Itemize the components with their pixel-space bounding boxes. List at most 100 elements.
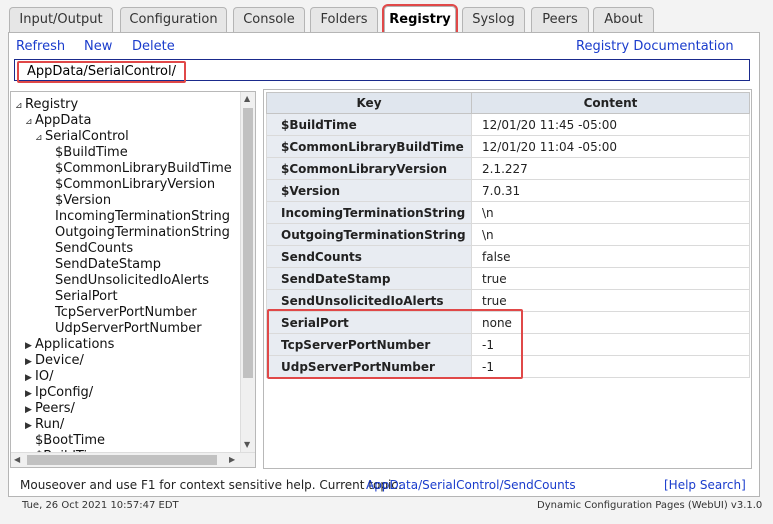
table-row[interactable]: $Version 7.0.31 <box>266 179 750 202</box>
row-value[interactable]: 12/01/20 11:04 -05:00 <box>471 135 750 158</box>
row-value[interactable]: \n <box>471 223 750 246</box>
tree-node[interactable]: SerialPort <box>45 289 118 305</box>
row-key[interactable]: SendUnsolicitedIoAlerts <box>266 289 472 312</box>
tree-node-label: IO/ <box>35 369 54 384</box>
row-key[interactable]: $CommonLibraryBuildTime <box>266 135 472 158</box>
tree-horizontal-scroll-thumb[interactable] <box>27 455 217 465</box>
row-value[interactable]: -1 <box>471 333 750 356</box>
tree-node-label: Peers/ <box>35 401 75 416</box>
table-row[interactable]: TcpServerPortNumber -1 <box>266 333 750 356</box>
tree-node[interactable]: $BootTime <box>25 433 105 449</box>
expand-arrow-icon[interactable]: ▶ <box>25 386 35 402</box>
tree-node[interactable]: ⊿ SerialControl <box>35 129 129 146</box>
table-header-row: Key Content <box>266 92 750 114</box>
tab-registry[interactable]: Registry <box>382 4 458 35</box>
table-row[interactable]: $CommonLibraryVersion 2.1.227 <box>266 157 750 180</box>
tree-node[interactable]: TcpServerPortNumber <box>45 305 197 321</box>
refresh-link[interactable]: Refresh <box>16 39 65 54</box>
row-value[interactable]: 7.0.31 <box>471 179 750 202</box>
table-row[interactable]: OutgoingTerminationString \n <box>266 223 750 246</box>
tree-vertical-scroll-thumb[interactable] <box>243 108 253 378</box>
scroll-down-icon[interactable]: ▼ <box>244 440 250 450</box>
registry-documentation-link[interactable]: Registry Documentation <box>576 39 734 54</box>
table-row[interactable]: SendUnsolicitedIoAlerts true <box>266 289 750 312</box>
table-row[interactable]: $BuildTime 12/01/20 11:45 -05:00 <box>266 113 750 136</box>
tree-node[interactable]: UdpServerPortNumber <box>45 321 202 337</box>
table-row[interactable]: SerialPort none <box>266 311 750 334</box>
scroll-left-icon[interactable]: ◀ <box>14 455 20 465</box>
row-value[interactable]: -1 <box>471 355 750 378</box>
table-row[interactable]: SendDateStamp true <box>266 267 750 290</box>
row-key[interactable]: SendDateStamp <box>266 267 472 290</box>
tree-node-label: SerialPort <box>55 289 118 304</box>
scroll-right-icon[interactable]: ▶ <box>229 455 235 465</box>
table-row[interactable]: $CommonLibraryBuildTime 12/01/20 11:04 -0… <box>266 135 750 158</box>
row-key[interactable]: SerialPort <box>266 311 472 334</box>
tree-node[interactable]: ▶ Applications <box>25 337 114 354</box>
tree-node-label: SendDateStamp <box>55 257 162 272</box>
scroll-up-icon[interactable]: ▲ <box>244 94 250 104</box>
expand-arrow-icon[interactable]: ▶ <box>25 354 35 370</box>
tree-node[interactable]: ⊿ Registry <box>15 97 78 114</box>
row-key[interactable]: TcpServerPortNumber <box>266 333 472 356</box>
row-key[interactable]: $CommonLibraryVersion <box>266 157 472 180</box>
tree-node[interactable]: $BuildTime <box>45 145 128 161</box>
delete-link[interactable]: Delete <box>132 39 175 54</box>
expand-arrow-icon[interactable]: ▶ <box>25 418 35 434</box>
tab-about[interactable]: About <box>593 7 654 32</box>
row-value[interactable]: false <box>471 245 750 268</box>
tab-input-output[interactable]: Input/Output <box>9 7 113 32</box>
table-row[interactable]: SendCounts false <box>266 245 750 268</box>
row-key[interactable]: $Version <box>266 179 472 202</box>
row-value[interactable]: true <box>471 289 750 312</box>
expand-arrow-icon[interactable]: ▶ <box>25 338 35 354</box>
tab-configuration[interactable]: Configuration <box>120 7 227 32</box>
tree-node[interactable]: $Version <box>45 193 111 209</box>
expand-arrow-icon[interactable]: ▶ <box>25 402 35 418</box>
path-field[interactable]: AppData/SerialControl/ <box>14 59 750 83</box>
tab-peers[interactable]: Peers <box>531 7 589 32</box>
tree-node[interactable]: ▶ Peers/ <box>25 401 75 418</box>
tree-node[interactable]: ▶ Run/ <box>25 417 64 434</box>
new-link[interactable]: New <box>84 39 112 54</box>
tree-node[interactable]: $CommonLibraryVersion <box>45 177 215 193</box>
row-value[interactable]: \n <box>471 201 750 224</box>
tree-node-label: IncomingTerminationString <box>55 209 230 224</box>
help-topic-link[interactable]: AppData/SerialControl/SendCounts <box>366 473 576 497</box>
tree-node[interactable]: ▶ IpConfig/ <box>25 385 93 402</box>
collapse-arrow-icon[interactable]: ⊿ <box>15 98 25 114</box>
tree-node-label: $BootTime <box>35 433 106 448</box>
tree-node[interactable]: SendDateStamp <box>45 257 161 273</box>
row-value[interactable]: 2.1.227 <box>471 157 750 180</box>
row-key[interactable]: UdpServerPortNumber <box>266 355 472 378</box>
registry-panel: Refresh New Delete Registry Documentatio… <box>8 32 760 497</box>
tab-console[interactable]: Console <box>233 7 305 32</box>
expand-arrow-icon[interactable]: ▶ <box>25 370 35 386</box>
collapse-arrow-icon[interactable]: ⊿ <box>35 130 45 146</box>
tree-vertical-scrollbar[interactable]: ▲ ▼ <box>240 92 255 453</box>
status-datetime: Tue, 26 Oct 2021 10:57:47 EDT <box>22 500 179 511</box>
tree-node[interactable]: IncomingTerminationString <box>45 209 230 225</box>
tree-node[interactable]: $CommonLibraryBuildTime <box>45 161 232 177</box>
tree-node[interactable]: ⊿ AppData <box>25 113 91 130</box>
table-row[interactable]: IncomingTerminationString \n <box>266 201 750 224</box>
help-text: Mouseover and use F1 for context sensiti… <box>20 478 402 492</box>
collapse-arrow-icon[interactable]: ⊿ <box>25 114 35 130</box>
tab-syslog[interactable]: Syslog <box>462 7 525 32</box>
tab-folders[interactable]: Folders <box>310 7 378 32</box>
tree-horizontal-scrollbar[interactable]: ◀ ▶ <box>11 452 255 467</box>
table-row[interactable]: UdpServerPortNumber -1 <box>266 355 750 378</box>
tree-node[interactable]: ▶ IO/ <box>25 369 53 386</box>
tree-node[interactable]: ▶ Device/ <box>25 353 84 370</box>
tree-node[interactable]: SendCounts <box>45 241 133 257</box>
tree-node[interactable]: SendUnsolicitedIoAlerts <box>45 273 209 289</box>
row-key[interactable]: OutgoingTerminationString <box>266 223 472 246</box>
row-key[interactable]: IncomingTerminationString <box>266 201 472 224</box>
help-search-link[interactable]: [Help Search] <box>664 473 746 497</box>
tree-node[interactable]: OutgoingTerminationString <box>45 225 230 241</box>
row-value[interactable]: none <box>471 311 750 334</box>
row-value[interactable]: true <box>471 267 750 290</box>
row-key[interactable]: SendCounts <box>266 245 472 268</box>
row-value[interactable]: 12/01/20 11:45 -05:00 <box>471 113 750 136</box>
row-key[interactable]: $BuildTime <box>266 113 472 136</box>
